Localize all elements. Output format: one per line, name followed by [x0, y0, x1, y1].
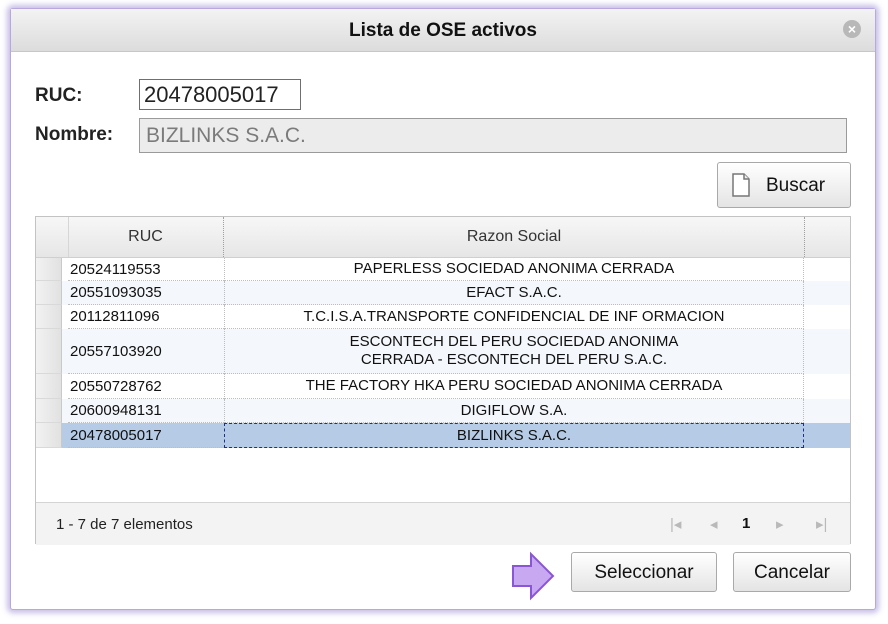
cell-razon-social: PAPERLESS SOCIEDAD ANONIMA CERRADA: [224, 258, 804, 281]
ose-list-dialog: Lista de OSE activos × RUC: Nombre: Busc…: [10, 8, 876, 610]
cell-ruc: 20112811096: [68, 305, 224, 329]
close-icon[interactable]: ×: [843, 20, 861, 38]
grid-footer: 1 - 7 de 7 elementos |◂ ◂ 1 ▸ ▸|: [36, 502, 850, 545]
row-selector[interactable]: [36, 281, 62, 305]
cell-razon-social: T.C.I.S.A.TRANSPORTE CONFIDENCIAL DE INF…: [224, 305, 804, 329]
current-page[interactable]: 1: [742, 515, 750, 532]
cell-razon-social: DIGIFLOW S.A.: [224, 399, 804, 423]
seleccionar-label: Seleccionar: [594, 562, 694, 583]
column-header-razon-social[interactable]: Razon Social: [224, 217, 805, 257]
row-selector[interactable]: [36, 329, 62, 374]
dialog-titlebar: Lista de OSE activos ×: [11, 9, 875, 52]
cell-ruc: 20524119553: [68, 258, 224, 281]
pointer-arrow-icon: [511, 551, 555, 606]
table-row[interactable]: 20524119553 PAPERLESS SOCIEDAD ANONIMA C…: [36, 258, 850, 281]
grid-header: RUC Razon Social: [36, 217, 850, 258]
row-selector[interactable]: [36, 258, 62, 281]
cell-ruc: 20600948131: [68, 399, 224, 423]
buscar-label: Buscar: [766, 175, 826, 196]
table-row[interactable]: 20600948131 DIGIFLOW S.A.: [36, 399, 850, 423]
cell-ruc: 20478005017: [68, 423, 224, 448]
ruc-label: RUC:: [35, 85, 83, 106]
document-icon: [732, 173, 750, 203]
cancelar-label: Cancelar: [753, 562, 831, 583]
prev-page-icon[interactable]: ◂: [710, 515, 718, 533]
header-selector: [36, 217, 69, 257]
row-selector[interactable]: [36, 305, 62, 329]
cell-razon-social: ESCONTECH DEL PERU SOCIEDAD ANONIMA CERR…: [224, 329, 804, 374]
last-page-icon[interactable]: ▸|: [816, 515, 827, 533]
record-count: 1 - 7 de 7 elementos: [56, 516, 193, 533]
ose-grid: RUC Razon Social 20524119553 PAPERLESS S…: [35, 216, 851, 545]
column-header-ruc[interactable]: RUC: [68, 217, 224, 257]
dialog-title: Lista de OSE activos: [349, 20, 537, 41]
row-selector[interactable]: [36, 374, 62, 399]
ruc-input[interactable]: [139, 79, 301, 110]
table-row[interactable]: 20112811096 T.C.I.S.A.TRANSPORTE CONFIDE…: [36, 305, 850, 329]
cell-razon-social: BIZLINKS S.A.C.: [224, 423, 804, 448]
first-page-icon[interactable]: |◂: [670, 515, 681, 533]
seleccionar-button[interactable]: Seleccionar: [571, 552, 717, 592]
cell-razon-social: THE FACTORY HKA PERU SOCIEDAD ANONIMA CE…: [224, 374, 804, 399]
next-page-icon[interactable]: ▸: [776, 515, 784, 533]
buscar-button[interactable]: Buscar: [717, 162, 851, 208]
table-row[interactable]: 20557103920 ESCONTECH DEL PERU SOCIEDAD …: [36, 329, 850, 374]
cell-ruc: 20557103920: [68, 329, 224, 374]
table-row[interactable]: 20550728762 THE FACTORY HKA PERU SOCIEDA…: [36, 374, 850, 399]
table-row[interactable]: 20551093035 EFACT S.A.C.: [36, 281, 850, 305]
table-row-selected[interactable]: 20478005017 BIZLINKS S.A.C.: [36, 423, 850, 448]
cell-razon-social: EFACT S.A.C.: [224, 281, 804, 305]
nombre-label: Nombre:: [35, 124, 114, 145]
nombre-field[interactable]: [139, 118, 847, 153]
cell-ruc: 20550728762: [68, 374, 224, 399]
cancelar-button[interactable]: Cancelar: [733, 552, 851, 592]
cell-ruc: 20551093035: [68, 281, 224, 305]
row-selector[interactable]: [36, 399, 62, 423]
row-selector[interactable]: [36, 423, 62, 448]
